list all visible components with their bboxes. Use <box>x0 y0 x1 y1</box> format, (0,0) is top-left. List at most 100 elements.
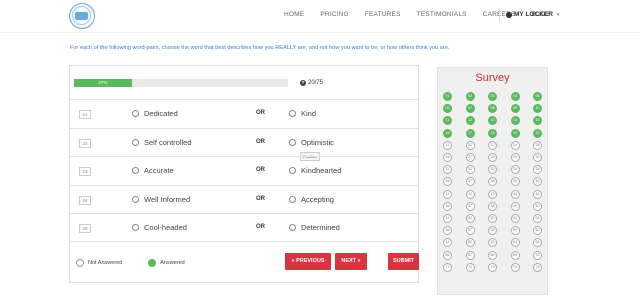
survey-question-39[interactable]: 39 <box>510 177 520 187</box>
radio-option-b[interactable] <box>289 224 296 231</box>
survey-question-3[interactable]: 03 <box>488 92 497 101</box>
submit-button[interactable]: SUBMIT <box>388 253 419 270</box>
survey-question-33[interactable]: 33 <box>488 165 497 175</box>
survey-question-32[interactable]: 32 <box>465 165 475 175</box>
survey-question-48[interactable]: 48 <box>488 201 497 211</box>
survey-question-9[interactable]: 09 <box>510 104 520 114</box>
survey-question-62[interactable]: 62 <box>465 238 475 248</box>
survey-question-22[interactable]: 22 <box>465 140 475 150</box>
option-b[interactable]: Determined <box>289 223 340 232</box>
survey-question-5[interactable]: 05 <box>533 92 542 101</box>
survey-question-52[interactable]: 52 <box>465 214 475 223</box>
survey-question-41[interactable]: 41 <box>443 189 452 199</box>
survey-question-35[interactable]: 35 <box>533 165 542 175</box>
survey-question-8[interactable]: 08 <box>488 104 497 114</box>
survey-question-54[interactable]: 54 <box>510 214 520 223</box>
survey-question-74[interactable]: 74 <box>510 262 520 272</box>
survey-question-17[interactable]: 17 <box>465 128 475 138</box>
option-b[interactable]: Accepting <box>289 195 334 204</box>
survey-question-67[interactable]: 67 <box>465 250 475 260</box>
survey-question-60[interactable]: 60 <box>533 226 542 236</box>
nav-home[interactable]: HOME <box>276 11 312 18</box>
survey-question-34[interactable]: 34 <box>510 165 520 175</box>
survey-question-47[interactable]: 47 <box>465 201 475 211</box>
survey-question-12[interactable]: 12 <box>465 116 475 126</box>
radio-option-b[interactable] <box>289 110 296 117</box>
survey-question-10[interactable]: 10 <box>533 104 542 114</box>
survey-question-2[interactable]: 02 <box>465 92 475 101</box>
survey-question-30[interactable]: 30 <box>533 153 542 162</box>
survey-question-15[interactable]: 15 <box>533 116 542 126</box>
survey-question-1[interactable]: 01 <box>443 92 452 101</box>
survey-question-18[interactable]: 18 <box>488 128 497 138</box>
survey-question-7[interactable]: 07 <box>465 104 475 114</box>
survey-question-29[interactable]: 29 <box>510 153 520 162</box>
survey-question-40[interactable]: 40 <box>533 177 542 187</box>
radio-option-b[interactable] <box>289 195 296 203</box>
radio-option-b[interactable] <box>289 138 296 146</box>
survey-question-44[interactable]: 44 <box>510 189 520 199</box>
nav-testimonials[interactable]: TESTIMONIALS <box>409 11 475 18</box>
radio-option-a[interactable] <box>132 110 139 117</box>
option-a[interactable]: Dedicated <box>132 109 178 118</box>
survey-question-21[interactable]: 21 <box>443 140 452 150</box>
survey-question-24[interactable]: 24 <box>510 140 520 150</box>
survey-question-11[interactable]: 11 <box>443 116 452 126</box>
nav-pricing[interactable]: PRICING <box>312 11 357 18</box>
survey-question-38[interactable]: 38 <box>488 177 497 187</box>
survey-question-45[interactable]: 45 <box>533 189 542 199</box>
option-b[interactable]: Optimistic <box>289 138 334 147</box>
survey-question-51[interactable]: 51 <box>443 214 452 223</box>
survey-question-23[interactable]: 23 <box>488 140 497 150</box>
option-b[interactable]: Kindhearted <box>289 166 341 175</box>
survey-question-14[interactable]: 14 <box>510 116 520 126</box>
survey-question-13[interactable]: 13 <box>488 116 497 126</box>
previous-button[interactable]: « PREVIOUS <box>285 253 331 270</box>
survey-question-42[interactable]: 42 <box>465 189 475 199</box>
survey-question-43[interactable]: 43 <box>488 189 497 199</box>
survey-question-19[interactable]: 19 <box>510 128 520 138</box>
survey-question-61[interactable]: 61 <box>443 238 452 248</box>
option-a[interactable]: Cool-headed <box>132 223 187 232</box>
survey-question-69[interactable]: 69 <box>510 250 520 260</box>
option-a[interactable]: Accurate <box>132 166 174 175</box>
survey-question-31[interactable]: 31 <box>443 165 452 175</box>
survey-question-26[interactable]: 26 <box>443 153 452 162</box>
next-button[interactable]: NEXT » <box>335 253 367 270</box>
radio-option-a[interactable] <box>132 195 139 203</box>
survey-question-56[interactable]: 56 <box>443 226 452 236</box>
survey-question-37[interactable]: 37 <box>465 177 475 187</box>
survey-question-36[interactable]: 36 <box>443 177 452 187</box>
survey-question-71[interactable]: 71 <box>443 262 452 272</box>
option-a[interactable]: Self controlled <box>132 138 192 147</box>
radio-option-a[interactable] <box>132 167 139 174</box>
survey-question-4[interactable]: 04 <box>510 92 520 101</box>
survey-question-63[interactable]: 63 <box>488 238 497 248</box>
survey-question-70[interactable]: 70 <box>533 250 542 260</box>
survey-question-27[interactable]: 27 <box>465 153 475 162</box>
survey-question-57[interactable]: 57 <box>465 226 475 236</box>
site-logo[interactable] <box>69 3 95 29</box>
survey-question-6[interactable]: 06 <box>443 104 452 114</box>
survey-question-58[interactable]: 58 <box>488 226 497 236</box>
survey-question-53[interactable]: 53 <box>488 214 497 223</box>
radio-option-b[interactable] <box>289 167 296 174</box>
option-b[interactable]: Kind <box>289 109 316 118</box>
survey-question-68[interactable]: 68 <box>488 250 497 260</box>
survey-question-46[interactable]: 46 <box>443 201 452 211</box>
survey-question-20[interactable]: 20 <box>533 128 542 138</box>
survey-question-73[interactable]: 73 <box>488 262 497 272</box>
survey-question-75[interactable]: 75 <box>533 262 542 272</box>
survey-question-50[interactable]: 50 <box>533 201 542 211</box>
survey-question-66[interactable]: 66 <box>443 250 452 260</box>
survey-question-65[interactable]: 65 <box>533 238 542 248</box>
survey-question-16[interactable]: 16 <box>443 128 452 138</box>
option-a[interactable]: Well Informed <box>132 195 190 204</box>
survey-question-64[interactable]: 64 <box>510 238 520 248</box>
survey-question-59[interactable]: 59 <box>510 226 520 236</box>
survey-question-72[interactable]: 72 <box>465 262 475 272</box>
nav-features[interactable]: FEATURES <box>357 11 409 18</box>
survey-question-49[interactable]: 49 <box>510 201 520 211</box>
survey-question-25[interactable]: 25 <box>533 140 542 150</box>
survey-question-55[interactable]: 55 <box>533 214 542 223</box>
